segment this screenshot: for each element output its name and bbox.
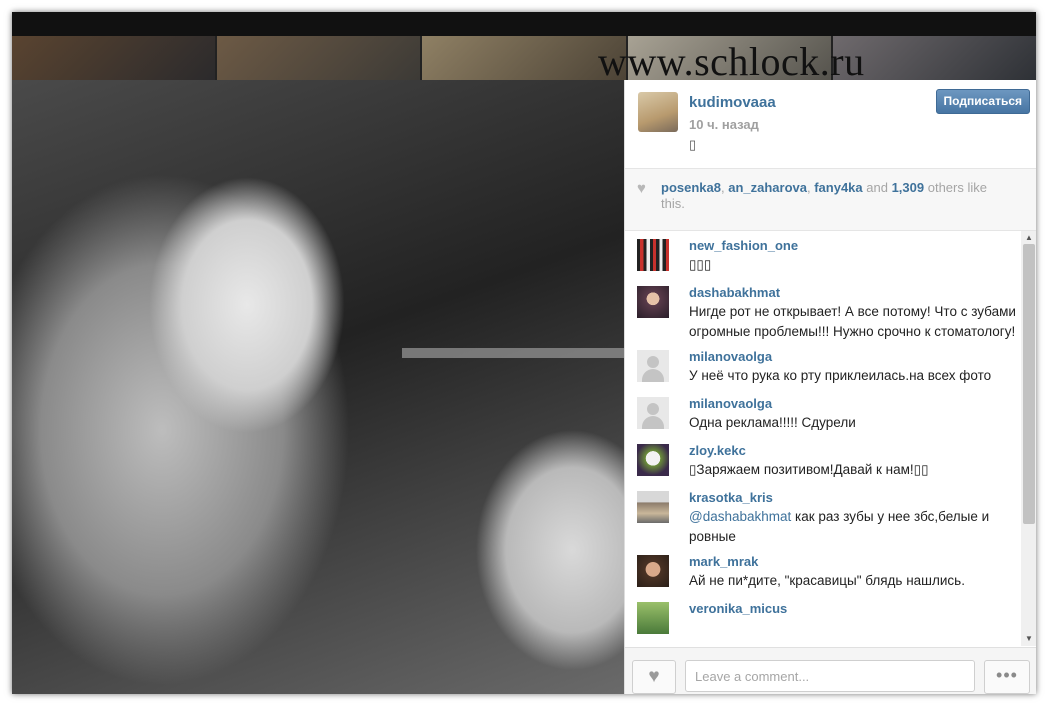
comment-text: @dashabakhmat как раз зубы у нее збс,бел… xyxy=(689,507,1021,547)
commenter-avatar[interactable] xyxy=(637,286,669,318)
photo-modal-window: kudimovaaa 10 ч. назад ▯ Подписаться ♥ p… xyxy=(12,12,1036,694)
post-owner-header: kudimovaaa 10 ч. назад ▯ Подписаться xyxy=(625,80,1036,169)
post-photo xyxy=(12,80,624,694)
like-button[interactable]: ♥ xyxy=(632,660,676,694)
comment-item: mark_mrak Ай не пи*дите, "красавицы" бля… xyxy=(625,547,1021,594)
comment-footer: ♥ ••• xyxy=(625,647,1036,694)
comment-username[interactable]: dashabakhmat xyxy=(689,285,1021,301)
comment-username[interactable]: new_fashion_one xyxy=(689,238,1021,254)
post-caption: ▯ xyxy=(689,137,697,152)
comment-item: milanovaolga У неё что рука ко рту прикл… xyxy=(625,342,1021,389)
likes-text: posenka8, an_zaharova, fany4ka and 1,309… xyxy=(661,180,1011,212)
liker-username[interactable]: an_zaharova xyxy=(728,180,807,195)
commenter-avatar[interactable] xyxy=(637,555,669,587)
comment-item: zloy.kekc ▯Заряжаем позитивом!Давай к на… xyxy=(625,436,1021,483)
liker-username[interactable]: fany4ka xyxy=(814,180,862,195)
background-thumbnail[interactable] xyxy=(12,36,216,80)
post-timestamp: 10 ч. назад xyxy=(689,117,759,132)
likes-summary: ♥ posenka8, an_zaharova, fany4ka and 1,3… xyxy=(625,169,1036,231)
photo-detail xyxy=(402,348,624,358)
background-thumbnail[interactable] xyxy=(217,36,421,80)
comment-username[interactable]: krasotka_kris xyxy=(689,490,1021,506)
comment-username[interactable]: zloy.kekc xyxy=(689,443,1021,459)
comments-list: new_fashion_one ▯▯▯ dashabakhmat Нигде р… xyxy=(625,231,1021,646)
follow-button[interactable]: Подписаться xyxy=(935,89,1030,114)
comment-username[interactable]: milanovaolga xyxy=(689,349,1021,365)
comment-text: ▯Заряжаем позитивом!Давай к нам!▯▯ xyxy=(689,462,929,477)
comment-username[interactable]: milanovaolga xyxy=(689,396,1021,412)
comment-item: krasotka_kris @dashabakhmat как раз зубы… xyxy=(625,483,1021,547)
comment-text: Одна реклама!!!!! Сдурели xyxy=(689,415,856,430)
owner-avatar[interactable] xyxy=(638,92,678,132)
heart-icon: ♥ xyxy=(648,666,660,687)
commenter-avatar[interactable] xyxy=(637,491,669,523)
commenter-avatar[interactable] xyxy=(637,350,669,382)
background-thumbnail-strip xyxy=(12,36,1036,80)
commenter-avatar[interactable] xyxy=(637,397,669,429)
likes-count[interactable]: 1,309 xyxy=(892,180,925,195)
ellipsis-icon: ••• xyxy=(996,665,1018,685)
comment-mention[interactable]: @dashabakhmat xyxy=(689,509,791,524)
scrollbar-thumb[interactable] xyxy=(1023,244,1035,524)
commenter-avatar[interactable] xyxy=(637,602,669,634)
comment-text: У неё что рука ко рту приклеилась.на все… xyxy=(689,368,992,383)
liker-username[interactable]: posenka8 xyxy=(661,180,721,195)
comment-username[interactable]: mark_mrak xyxy=(689,554,1021,570)
heart-icon: ♥ xyxy=(637,180,646,197)
watermark: www.schlock.ru xyxy=(598,39,865,84)
comment-item: milanovaolga Одна реклама!!!!! Сдурели xyxy=(625,389,1021,436)
comment-item: veronika_micus xyxy=(625,594,1021,641)
triangle-down-icon[interactable]: ▼ xyxy=(1021,632,1036,646)
comments-scrollbar[interactable]: ▲ ▼ xyxy=(1021,231,1036,646)
commenter-avatar[interactable] xyxy=(637,444,669,476)
comment-text: ▯▯▯ xyxy=(689,257,712,272)
comment-input[interactable] xyxy=(685,660,975,692)
comment-text: Нигде рот не открывает! А все потому! Чт… xyxy=(689,304,1016,339)
likes-and-text: and xyxy=(862,180,892,195)
comment-text: Ай не пи*дите, "красавицы" блядь нашлись… xyxy=(689,573,965,588)
comment-item: new_fashion_one ▯▯▯ xyxy=(625,231,1021,278)
background-thumbnail[interactable] xyxy=(422,36,626,80)
owner-username[interactable]: kudimovaaa xyxy=(689,94,776,111)
triangle-up-icon[interactable]: ▲ xyxy=(1021,231,1036,245)
post-side-panel: kudimovaaa 10 ч. назад ▯ Подписаться ♥ p… xyxy=(624,80,1036,694)
comment-username[interactable]: veronika_micus xyxy=(689,601,1021,617)
more-options-button[interactable]: ••• xyxy=(984,660,1030,694)
comment-item: dashabakhmat Нигде рот не открывает! А в… xyxy=(625,278,1021,342)
commenter-avatar[interactable] xyxy=(637,239,669,271)
